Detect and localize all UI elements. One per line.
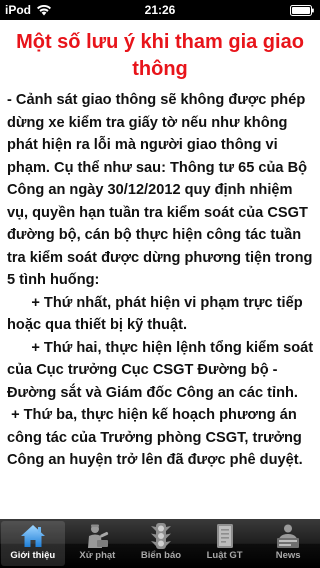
article-body: - Cảnh sát giao thông sẽ không được phép… [7, 92, 314, 468]
traffic-police-icon [88, 524, 109, 548]
tab-penalties[interactable]: Xử phạt [66, 519, 130, 568]
news-icon [277, 524, 300, 548]
page-title: Một số lưu ý khi tham gia giao thông [16, 31, 304, 80]
tab-news[interactable]: News [256, 519, 320, 568]
tab-traffic-law[interactable]: Luật GT [193, 519, 257, 568]
battery-icon [290, 5, 314, 16]
tab-bar: Giới thiệu Xử phạt Biển báo Luật GT News [0, 519, 320, 568]
content-area[interactable]: Một số lưu ý khi tham gia giao thông - C… [0, 20, 320, 519]
tab-label: News [275, 550, 301, 561]
tab-label: Xử phạt [79, 550, 116, 561]
tab-label: Biển báo [140, 550, 182, 561]
tab-label: Luật GT [206, 550, 243, 561]
law-book-icon [216, 524, 233, 548]
tab-road-signs[interactable]: Biển báo [129, 519, 193, 568]
status-bar: iPod 21:26 [0, 0, 320, 20]
tab-introduction[interactable]: Giới thiệu [1, 521, 65, 566]
home-icon [20, 525, 45, 547]
tab-label: Giới thiệu [10, 550, 56, 561]
traffic-light-icon [150, 523, 171, 549]
status-time: 21:26 [144, 3, 176, 17]
